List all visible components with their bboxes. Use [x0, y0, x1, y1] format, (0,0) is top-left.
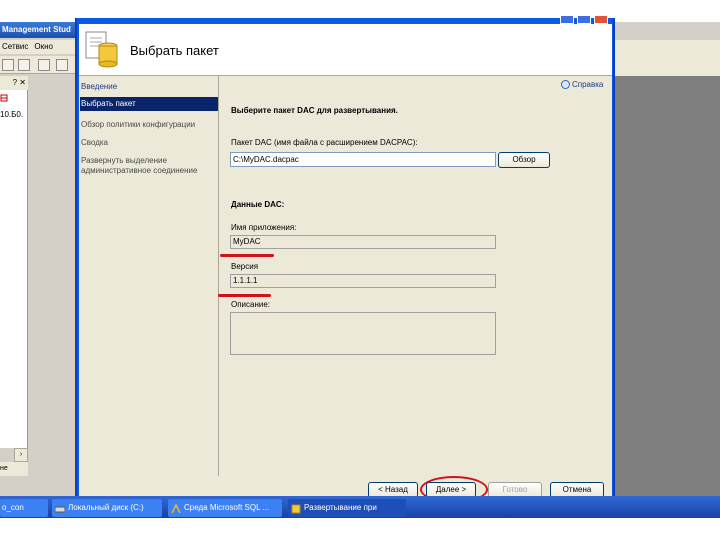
scroll-right-icon[interactable]: ›	[14, 448, 28, 462]
background-document-area	[614, 76, 720, 496]
server-icon	[0, 94, 8, 102]
description-label: Описание:	[231, 300, 271, 309]
maximize-button[interactable]	[577, 16, 591, 24]
toolbar-new-icon[interactable]	[2, 59, 14, 71]
package-database-icon	[84, 30, 120, 70]
menu-item-service[interactable]: Сетвис	[2, 42, 28, 51]
minimize-button[interactable]	[560, 16, 574, 24]
dialog-page-title: Выбрать пакет	[130, 43, 219, 58]
taskbar-item-label: Развертывание при	[304, 503, 377, 512]
nav-item-policy-review[interactable]: Обзор политики конфигурации	[81, 120, 195, 130]
background-window-title: Management Stud	[0, 22, 78, 38]
version-label: Версия	[231, 262, 259, 271]
background-menubar: Сетвис Окно	[0, 40, 78, 54]
close-button[interactable]	[594, 16, 608, 24]
nav-item-select-package[interactable]: Выбрать пакет	[81, 99, 136, 109]
taskbar-item-0[interactable]: o_con	[0, 499, 48, 517]
nav-item-introduction[interactable]: Введение	[81, 82, 117, 92]
app-name-field: MyDAC	[230, 235, 496, 249]
taskbar-item-local-disk[interactable]: Локальный диск (C:)	[52, 499, 162, 517]
annotation-underline-app-name	[220, 254, 274, 257]
taskbar-item-deploy-wizard[interactable]: Развертывание при	[288, 499, 406, 517]
dac-info-heading: Данные DAC:	[231, 200, 285, 209]
wizard-navigation	[79, 76, 219, 476]
version-field: 1.1.1.1	[230, 274, 496, 288]
help-icon[interactable]	[561, 80, 570, 89]
toolbar-query-icon[interactable]	[18, 59, 30, 71]
package-icon	[291, 503, 301, 514]
object-explorer-controls[interactable]: ? ✕	[0, 76, 28, 90]
description-field	[230, 312, 496, 355]
menu-item-window[interactable]: Окно	[34, 42, 53, 51]
taskbar-item-label: Среда Microsoft SQL ...	[184, 503, 270, 512]
background-status-strip: не	[0, 462, 28, 476]
drive-icon	[54, 503, 66, 513]
instruction-text: Выберите пакет DAC для развертывания.	[231, 106, 398, 115]
nav-item-deploy[interactable]: Развернуть выделение административное со…	[81, 156, 197, 176]
browse-button[interactable]: Обзор	[498, 152, 550, 168]
nav-item-summary[interactable]: Сводка	[81, 138, 108, 148]
annotation-underline-version	[218, 294, 271, 297]
package-path-label: Пакет DAC (имя файла с расширением DACPA…	[231, 138, 418, 147]
help-link[interactable]: Справка	[572, 80, 603, 89]
taskbar-item-ssms[interactable]: Среда Microsoft SQL ...	[168, 499, 282, 517]
taskbar-item-label: Локальный диск (C:)	[68, 503, 144, 512]
window-controls	[560, 16, 612, 24]
app-name-label: Имя приложения:	[231, 223, 297, 232]
background-toolbar-right	[614, 40, 720, 76]
package-path-input[interactable]	[230, 152, 496, 167]
background-toolbar	[0, 56, 78, 74]
toolbar-open-icon[interactable]	[38, 59, 50, 71]
tree-node-label[interactable]: 10.Б0.	[0, 110, 23, 119]
ssms-icon	[171, 503, 181, 514]
toolbar-save-icon[interactable]	[56, 59, 68, 71]
object-explorer-tree[interactable]	[0, 90, 28, 448]
